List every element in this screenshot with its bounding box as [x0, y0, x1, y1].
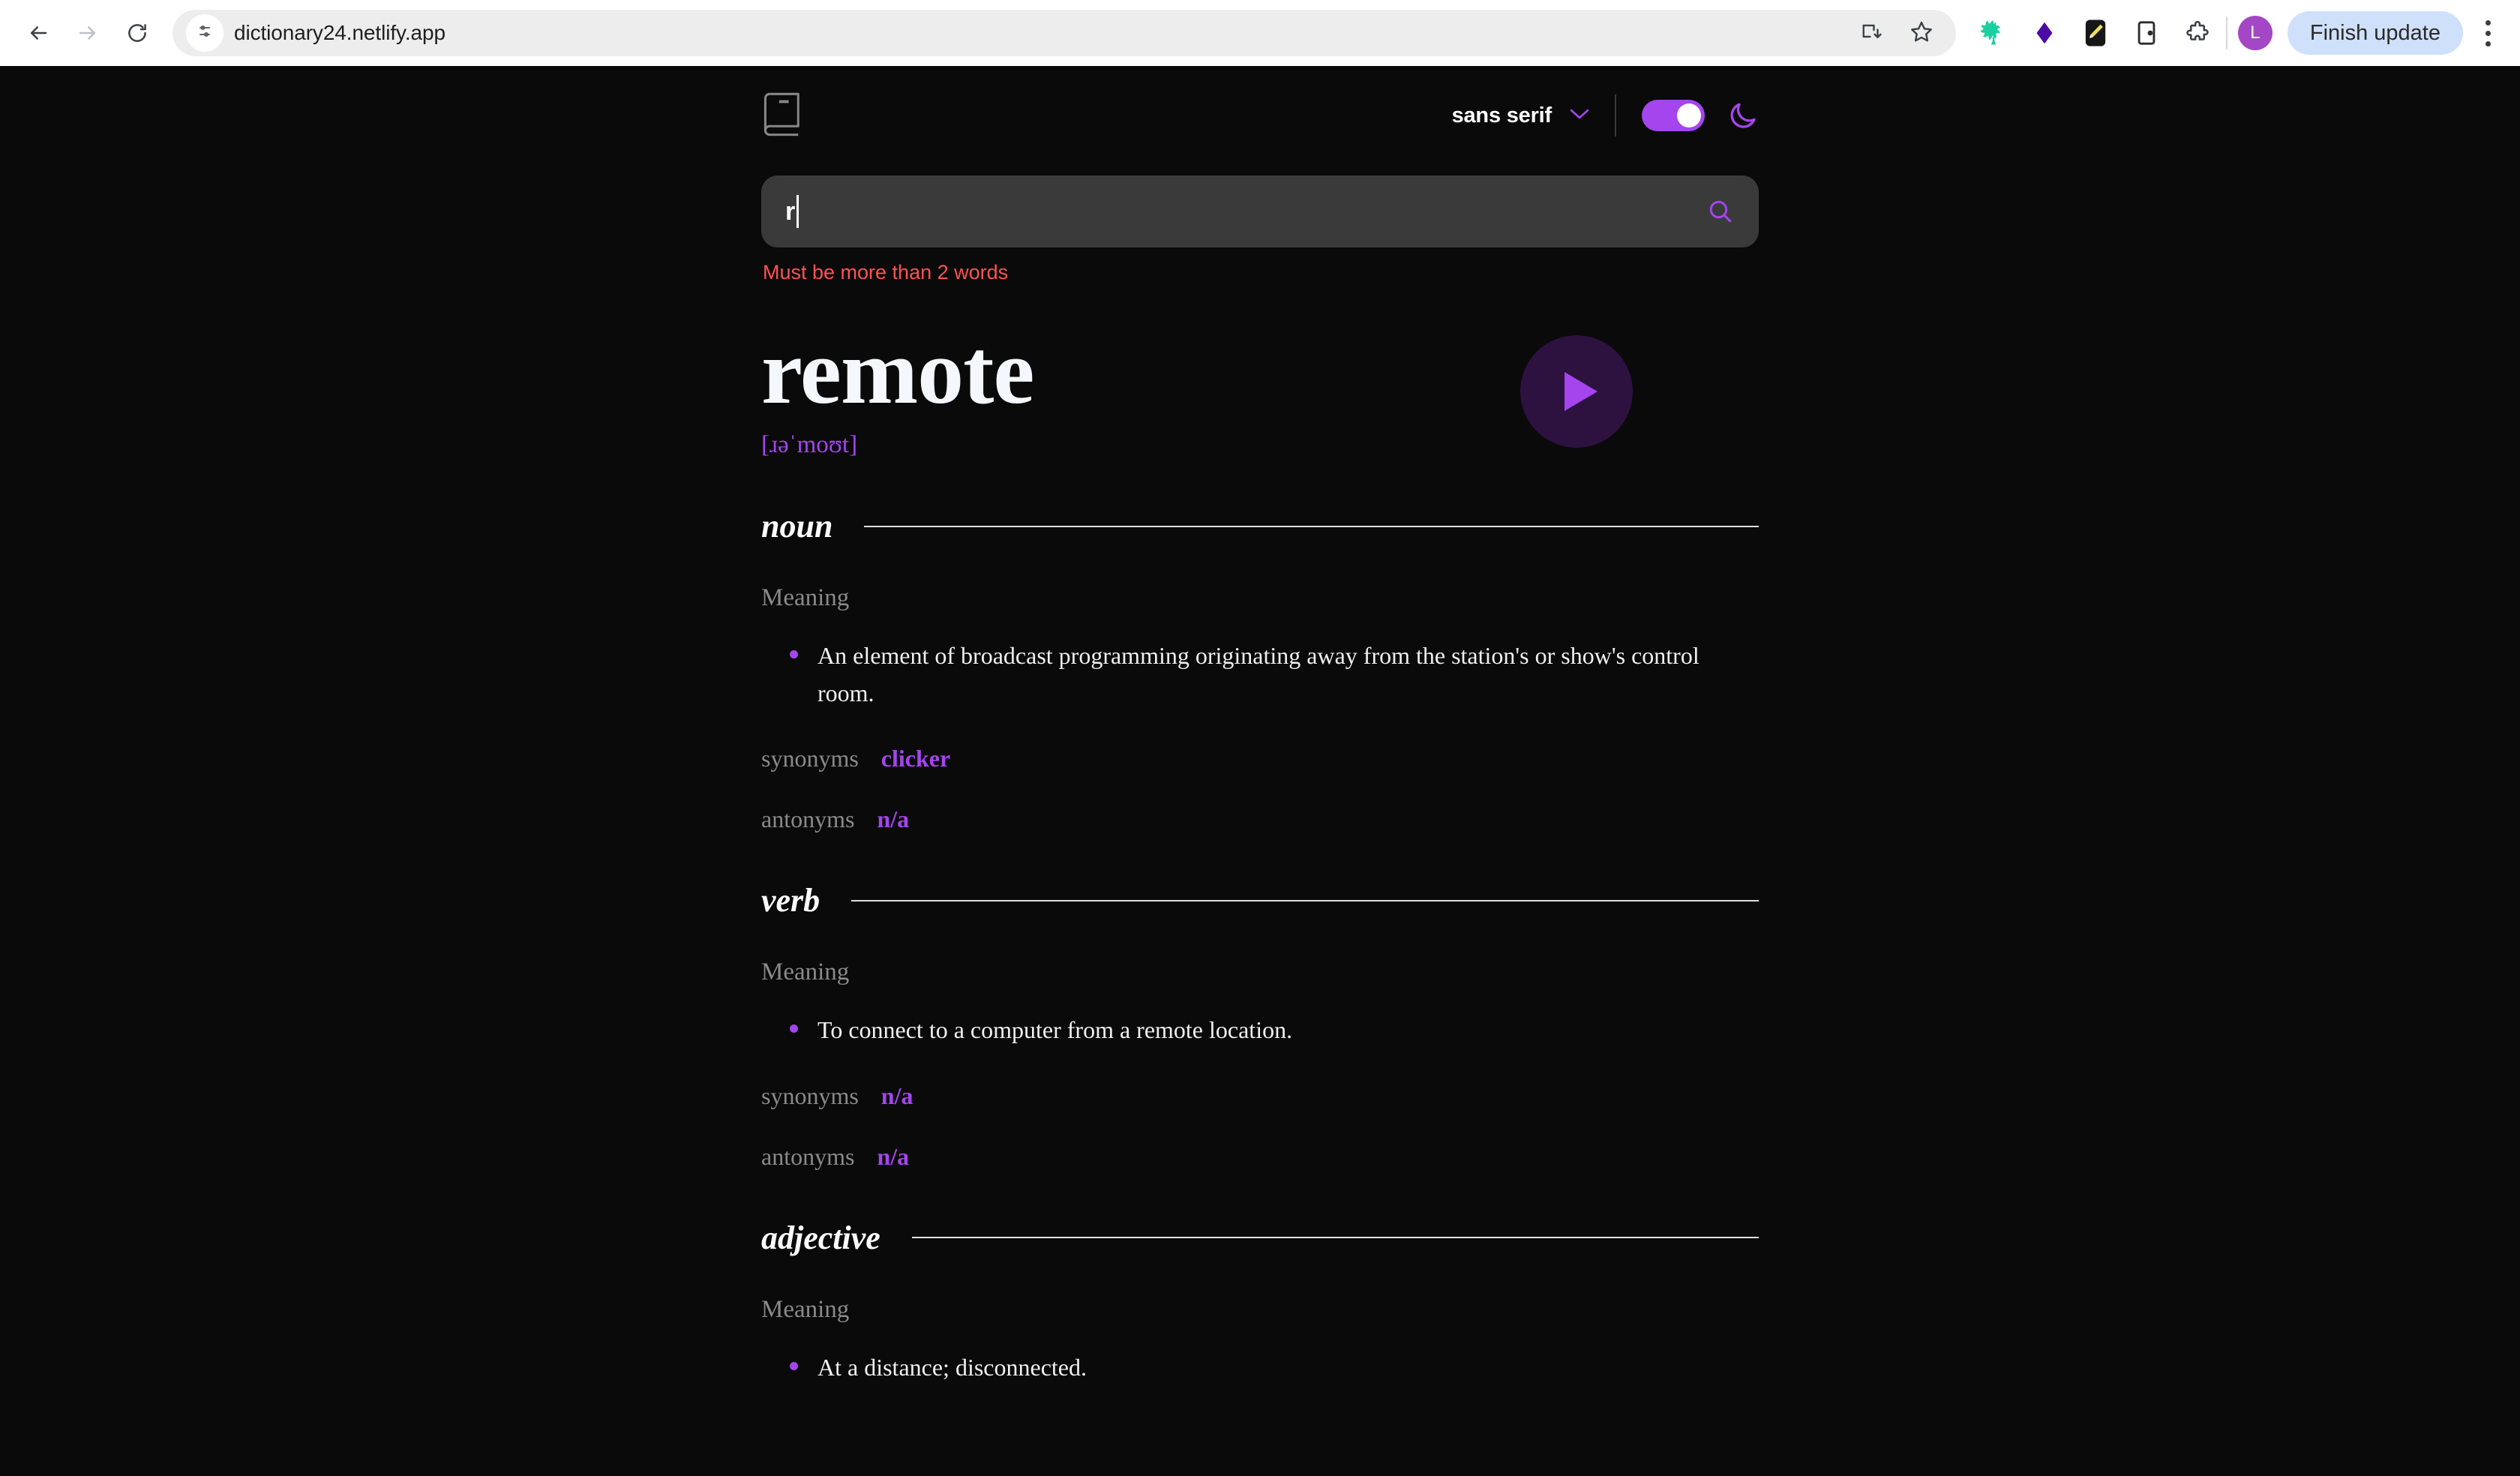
synonyms-value[interactable]: clicker	[881, 745, 950, 772]
toolbar-divider	[2225, 16, 2228, 50]
search-input-value: r	[785, 195, 800, 228]
synonyms-row: synonyms n/a	[761, 1082, 1759, 1110]
font-selector-value: sans serif	[1451, 103, 1552, 128]
pos-divider	[851, 899, 1759, 902]
play-audio-button[interactable]	[1520, 334, 1633, 448]
purple-diamond-extension-icon[interactable]	[2026, 15, 2062, 51]
antonyms-label: antonyms	[761, 1142, 855, 1170]
definition-text: At a distance; disconnected.	[818, 1353, 1087, 1381]
extensions-puzzle-icon[interactable]	[2180, 15, 2216, 51]
word-phonetic: [ɹəˈmoʊt]	[761, 431, 858, 459]
search-input[interactable]: r	[761, 176, 1759, 248]
antonyms-row: antonyms n/a	[761, 806, 1759, 833]
browser-menu-button[interactable]	[2470, 10, 2505, 56]
browser-toolbar: dictionary24.netlify.app L Finish update	[0, 0, 2520, 66]
address-bar-url: dictionary24.netlify.app	[234, 21, 446, 44]
site-settings-icon	[196, 22, 214, 44]
finish-update-button[interactable]: Finish update	[2287, 11, 2463, 55]
forward-button[interactable]	[64, 10, 111, 56]
address-bar[interactable]: dictionary24.netlify.app	[172, 10, 1956, 56]
definition-item: To connect to a computer from a remote l…	[790, 1012, 1759, 1049]
definition-list: An element of broadcast programming orig…	[761, 638, 1759, 712]
pos-name: noun	[761, 508, 833, 545]
extension-icons	[1970, 15, 2216, 51]
meaning-label: Meaning	[761, 958, 850, 986]
clipboard-extension-icon[interactable]	[2128, 15, 2164, 51]
install-app-icon	[1861, 20, 1883, 46]
header-controls: sans serif	[1452, 94, 1759, 136]
highlighter-extension-icon[interactable]	[2078, 15, 2114, 51]
word-title: remote	[761, 320, 1034, 423]
meaning-label: Meaning	[761, 584, 850, 612]
definition-item: At a distance; disconnected.	[790, 1349, 1759, 1387]
book-logo-icon	[761, 92, 802, 140]
antonyms-label: antonyms	[761, 806, 855, 833]
search-section: r Must be more than 2 words	[761, 176, 1759, 284]
star-bookmark-icon	[1910, 20, 1934, 47]
theme-toggle-knob	[1677, 104, 1701, 128]
pos-name: verb	[761, 882, 820, 920]
word-text-block: remote [ɹəˈmoʊt]	[761, 320, 1520, 459]
bookmark-button[interactable]	[1900, 12, 1942, 54]
three-dot-menu-icon	[2485, 20, 2491, 26]
definition-list: At a distance; disconnected.	[761, 1349, 1759, 1387]
forward-arrow-icon	[76, 22, 99, 44]
profile-avatar[interactable]: L	[2237, 16, 2272, 50]
search-icon[interactable]	[1708, 199, 1733, 224]
pos-divider	[911, 1237, 1759, 1239]
pos-section-noun: noun Meaning An element of broadcast pro…	[761, 507, 1759, 833]
bullet-icon	[790, 1024, 798, 1034]
reload-button[interactable]	[114, 10, 160, 56]
antonyms-value[interactable]: n/a	[877, 1143, 909, 1171]
pos-header: verb	[761, 881, 1759, 920]
pos-header: adjective	[761, 1219, 1759, 1257]
site-settings-button[interactable]	[186, 14, 224, 52]
definition-text: To connect to a computer from a remote l…	[818, 1016, 1293, 1044]
definition-list: To connect to a computer from a remote l…	[761, 1012, 1759, 1049]
pos-header: noun	[761, 507, 1759, 545]
bullet-icon	[790, 650, 798, 659]
chevron-down-icon	[1570, 108, 1589, 124]
definition-text: An element of broadcast programming orig…	[818, 642, 1700, 706]
pos-divider	[864, 525, 1759, 527]
parts-of-speech-list: noun Meaning An element of broadcast pro…	[761, 507, 1759, 1386]
pos-section-verb: verb Meaning To connect to a computer fr…	[761, 881, 1759, 1171]
synonyms-label: synonyms	[761, 745, 859, 772]
dictionary-app: sans serif r Must be more than 2 words r…	[0, 66, 2520, 1476]
play-audio-icon	[1564, 371, 1598, 411]
back-button[interactable]	[15, 10, 62, 56]
back-arrow-icon	[27, 22, 50, 44]
omnibox-actions	[1851, 12, 1942, 54]
bullet-icon	[790, 1361, 798, 1370]
word-header: remote [ɹəˈmoʊt]	[761, 320, 1759, 459]
search-error-message: Must be more than 2 words	[763, 261, 1009, 284]
book-logo-button[interactable]	[761, 91, 802, 141]
pos-name: adjective	[761, 1219, 880, 1256]
antonyms-row: antonyms n/a	[761, 1143, 1759, 1171]
app-header: sans serif	[761, 66, 1759, 156]
reload-icon	[126, 22, 148, 44]
definition-item: An element of broadcast programming orig…	[790, 638, 1759, 712]
antonyms-value[interactable]: n/a	[877, 806, 909, 833]
text-caret	[796, 195, 800, 228]
pos-section-adjective: adjective Meaning At a distance; disconn…	[761, 1219, 1759, 1387]
moon-icon[interactable]	[1727, 100, 1759, 131]
green-figure-extension-icon[interactable]	[1976, 15, 2012, 51]
theme-toggle[interactable]	[1642, 100, 1705, 131]
meaning-label: Meaning	[761, 1295, 850, 1323]
synonyms-row: synonyms clicker	[761, 745, 1759, 772]
synonyms-value[interactable]: n/a	[881, 1082, 914, 1110]
install-app-button[interactable]	[1851, 12, 1893, 54]
synonyms-label: synonyms	[761, 1082, 859, 1109]
app-container: sans serif r Must be more than 2 words r…	[761, 66, 1759, 1387]
font-selector[interactable]: sans serif	[1452, 94, 1616, 136]
